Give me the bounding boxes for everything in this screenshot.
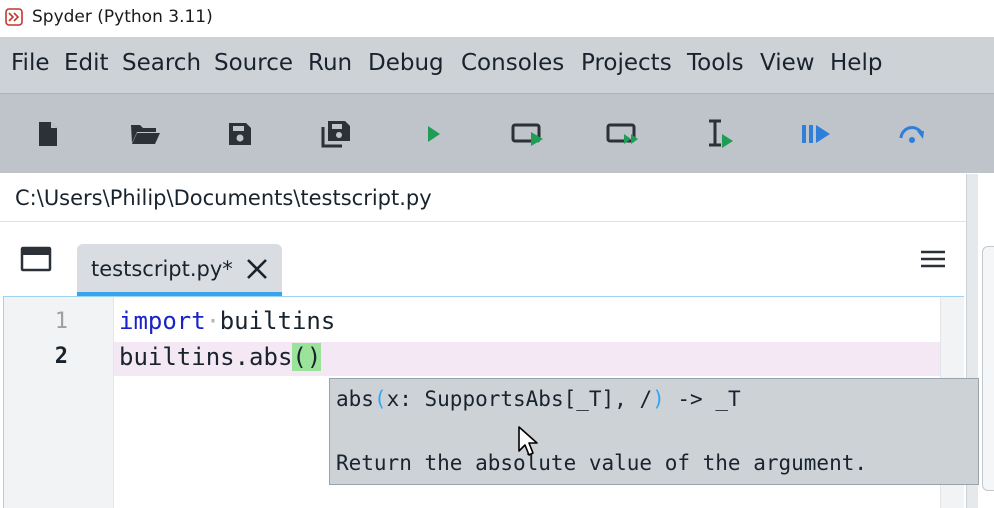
run-cell-button[interactable]: [509, 115, 547, 153]
calltip-docstring: Return the absolute value of the argumen…: [336, 451, 868, 475]
calltip-open-paren: (: [373, 387, 387, 411]
menu-view[interactable]: View: [760, 50, 815, 76]
code-line-1[interactable]: import·builtins: [119, 307, 335, 335]
mouse-pointer-icon: [518, 426, 538, 456]
close-icon[interactable]: [244, 256, 270, 282]
run-cell-advance-icon: [606, 123, 638, 144]
keyword-import: import: [119, 307, 206, 335]
menu-consoles[interactable]: Consoles: [461, 50, 564, 76]
file-path: C:\Users\Philip\Documents\testscript.py: [15, 186, 432, 210]
calltip-function: abs: [336, 387, 374, 411]
open-file-button[interactable]: [126, 115, 164, 153]
step-over-button[interactable]: [893, 115, 931, 153]
run-cell-advance-button[interactable]: [605, 115, 643, 153]
hamburger-menu-icon[interactable]: [918, 248, 948, 270]
browse-tabs-icon[interactable]: [20, 246, 52, 272]
calltip-params: x: SupportsAbs[_T], /: [386, 387, 653, 411]
save-all-icon: [321, 121, 350, 148]
calltip-popup: abs(x: SupportsAbs[_T], /) -> _T Return …: [329, 378, 979, 485]
file-path-bar: C:\Users\Philip\Documents\testscript.py: [0, 174, 966, 222]
debug-icon: [802, 125, 830, 143]
line-number-gutter: 1 2: [4, 297, 114, 508]
line-number: 1: [54, 309, 68, 334]
call-expression: builtins.abs: [119, 343, 293, 371]
run-selection-icon: [709, 119, 733, 148]
menu-tools[interactable]: Tools: [687, 50, 744, 76]
menu-edit[interactable]: Edit: [64, 50, 109, 76]
calltip-close-paren: ): [652, 387, 665, 411]
spyder-logo-icon: [5, 8, 23, 26]
matched-open-paren: (: [292, 343, 307, 371]
run-file-button[interactable]: [414, 115, 452, 153]
adjacent-pane-edge: [982, 246, 994, 491]
open-folder-icon: [131, 125, 160, 144]
editor-tab-bar: testscript.py*: [0, 222, 966, 296]
menu-run[interactable]: Run: [308, 50, 352, 76]
main-toolbar: [0, 93, 994, 173]
window-title: Spyder (Python 3.11): [32, 7, 213, 27]
step-over-icon: [899, 126, 924, 143]
menu-bar: File Edit Search Source Run Debug Consol…: [0, 37, 994, 93]
new-file-button[interactable]: [29, 115, 67, 153]
menu-projects[interactable]: Projects: [581, 50, 672, 76]
run-selection-button[interactable]: [702, 115, 740, 153]
whitespace-marker: ·: [205, 307, 221, 335]
line-number: 2: [54, 344, 68, 369]
tab-label: testscript.py*: [91, 257, 233, 281]
menu-search[interactable]: Search: [122, 50, 201, 76]
calltip-signature: abs(x: SupportsAbs[_T], /) -> _T: [336, 387, 741, 411]
menu-source[interactable]: Source: [214, 50, 293, 76]
menu-file[interactable]: File: [11, 50, 50, 76]
matched-close-paren: ): [306, 343, 322, 371]
tab-testscript[interactable]: testscript.py*: [77, 244, 282, 296]
save-button[interactable]: [221, 115, 259, 153]
save-icon: [229, 123, 251, 145]
title-bar: Spyder (Python 3.11): [0, 0, 994, 37]
calltip-return: -> _T: [664, 387, 741, 411]
menu-help[interactable]: Help: [830, 50, 882, 76]
new-file-icon: [39, 122, 57, 146]
debug-file-button[interactable]: [797, 115, 835, 153]
run-cell-icon: [511, 123, 543, 146]
code-line-2[interactable]: builtins.abs(): [119, 343, 322, 371]
run-icon: [428, 126, 440, 142]
module-name: builtins: [219, 307, 336, 335]
menu-debug[interactable]: Debug: [368, 50, 444, 76]
save-all-button[interactable]: [317, 115, 355, 153]
